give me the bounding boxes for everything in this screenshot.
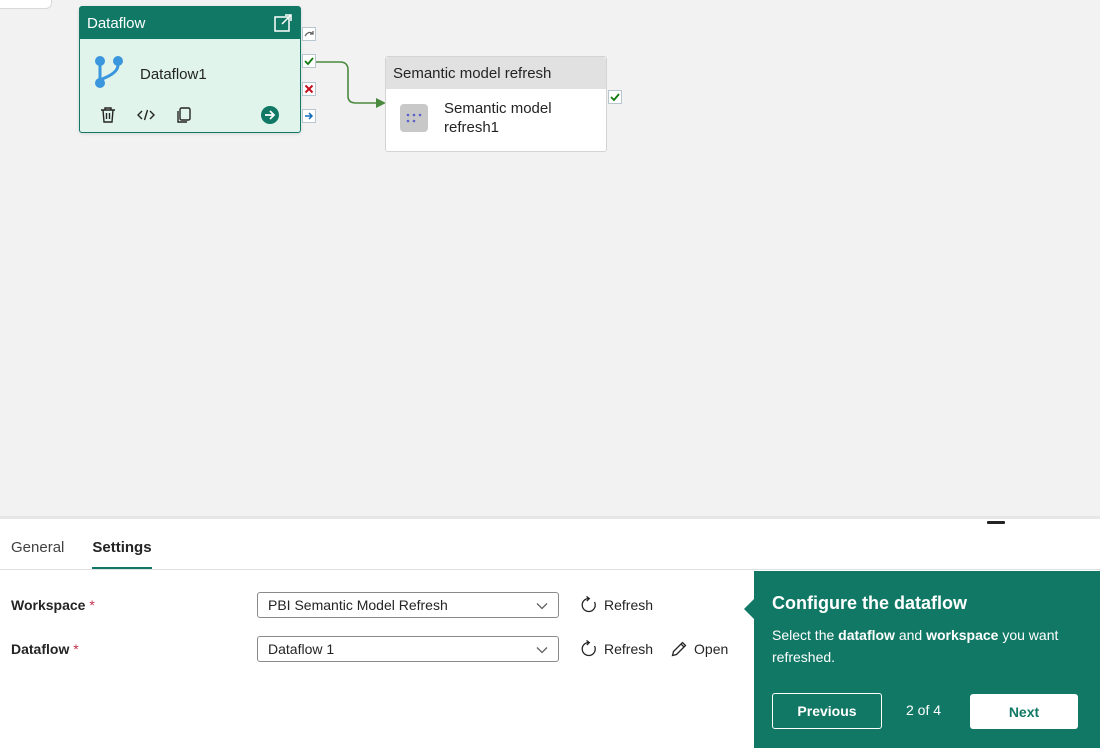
code-icon[interactable] [136,105,156,125]
tab-divider [0,569,1100,570]
tab-general[interactable]: General [11,539,64,569]
callout-next-button[interactable]: Next [970,694,1078,729]
dataflow-activity[interactable]: Dataflow Dataflow1 [79,6,301,133]
callout-body: Select the dataflow and workspace you wa… [772,624,1084,668]
workspace-label: Workspace * [11,597,257,613]
required-mark: * [89,597,95,613]
dataflow-activity-header: Dataflow [80,7,300,39]
semantic-model-icon [400,104,428,132]
callout-title: Configure the dataflow [772,593,967,613]
callout-body-text: and [894,627,927,643]
dataflow-label: Dataflow * [11,641,257,657]
chevron-down-icon [536,597,548,613]
panel-tabs: General Settings [11,539,180,569]
success-port-icon[interactable] [302,54,316,68]
dataflow-open-button[interactable]: Open [669,639,728,659]
go-arrow-icon[interactable] [260,105,280,125]
callout-step-counter: 2 of 4 [906,702,942,718]
dataflow-label-text: Dataflow [11,641,70,657]
panel-resize-handle[interactable] [987,521,1005,524]
dataflow-row: Dataflow * Dataflow 1 Refresh Open [11,636,728,662]
dataflow-open-label: Open [694,641,729,657]
semantic-activity-type: Semantic model refresh [386,57,606,89]
callout-body-text: Select the [772,627,839,643]
chevron-down-icon [536,641,548,657]
dataflow-select-value: Dataflow 1 [268,641,335,657]
semantic-activity-name: Semantic model refresh1 [444,100,552,136]
semantic-model-refresh-activity[interactable]: Semantic model refresh Semantic model re… [385,56,607,152]
copy-icon[interactable] [174,105,194,125]
dataflow-activity-name: Dataflow1 [140,65,207,83]
callout-body-bold: workspace [926,627,999,643]
completion-port-icon[interactable] [302,109,316,123]
failure-port-icon[interactable] [302,82,316,96]
tab-settings[interactable]: Settings [92,539,152,569]
open-external-icon[interactable] [273,13,293,33]
workspace-refresh-label: Refresh [604,597,654,613]
delete-icon[interactable] [98,105,118,125]
workspace-row: Workspace * PBI Semantic Model Refresh R… [11,592,653,618]
workspace-select[interactable]: PBI Semantic Model Refresh [257,592,559,618]
callout-body-bold: dataflow [838,627,895,643]
pipeline-canvas[interactable]: Dataflow Dataflow1 Semantic model refres… [0,0,1100,516]
dataflow-icon [94,55,124,94]
dataflow-refresh-button[interactable]: Refresh [579,639,653,659]
semantic-success-port-icon[interactable] [608,90,622,104]
skip-port-icon[interactable] [302,27,316,41]
workspace-label-text: Workspace [11,597,86,613]
refresh-icon [579,639,599,659]
required-mark: * [73,641,79,657]
refresh-icon [579,595,599,615]
teaching-callout: Configure the dataflow Select the datafl… [744,571,1100,748]
workspace-select-value: PBI Semantic Model Refresh [268,597,448,613]
dataflow-activity-type: Dataflow [87,14,146,32]
dataflow-refresh-label: Refresh [604,641,654,657]
dataflow-select[interactable]: Dataflow 1 [257,636,559,662]
workspace-refresh-button[interactable]: Refresh [579,595,653,615]
callout-previous-button[interactable]: Previous [772,693,882,729]
pencil-icon [669,639,689,659]
